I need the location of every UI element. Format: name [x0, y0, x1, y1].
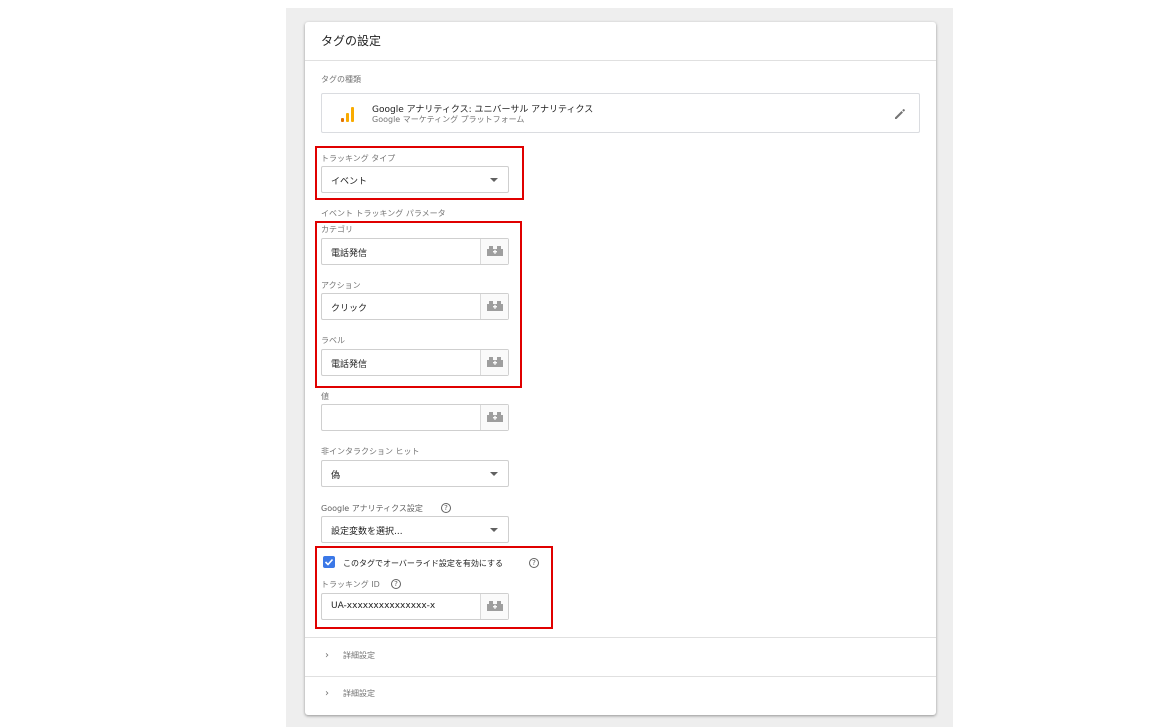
card-title: タグの設定 — [321, 34, 382, 48]
advanced-settings-label: 詳細設定 — [343, 651, 375, 660]
non-interaction-select[interactable]: 偽 — [321, 460, 509, 487]
value-input[interactable] — [321, 404, 509, 431]
section-divider — [305, 637, 936, 638]
tag-type-label: タグの種類 — [321, 75, 361, 84]
advanced-settings-label: 詳細設定 — [343, 689, 375, 698]
chevron-down-icon — [490, 472, 498, 476]
variable-picker-button[interactable] — [480, 405, 508, 430]
ga-settings-value: 設定変数を選択... — [331, 527, 403, 537]
pencil-icon[interactable] — [893, 106, 907, 120]
event-params-section-label: イベント トラッキング パラメータ — [321, 209, 446, 218]
chevron-down-icon — [490, 528, 498, 532]
tag-type-subtitle: Google マーケティング プラットフォーム — [372, 115, 525, 124]
highlight-box-event-params — [315, 221, 522, 388]
title-divider — [305, 60, 936, 61]
value-label: 値 — [321, 392, 329, 401]
chevron-right-icon: › — [325, 650, 329, 661]
google-analytics-icon — [340, 106, 356, 122]
chevron-right-icon: › — [325, 688, 329, 699]
advanced-settings-expander[interactable]: › 詳細設定 — [325, 650, 375, 661]
ga-settings-select[interactable]: 設定変数を選択... — [321, 516, 509, 543]
ga-settings-label: Google アナリティクス設定 — [321, 504, 423, 513]
tag-type-selector[interactable]: Google アナリティクス: ユニバーサル アナリティクス Google マー… — [321, 93, 920, 133]
highlight-box-override — [315, 546, 553, 629]
advanced-settings-expander[interactable]: › 詳細設定 — [325, 688, 375, 699]
section-divider — [305, 676, 936, 677]
help-icon[interactable]: ? — [441, 503, 451, 513]
non-interaction-value: 偽 — [331, 471, 341, 481]
non-interaction-label: 非インタラクション ヒット — [321, 447, 420, 456]
highlight-box-tracking-type — [315, 146, 524, 200]
variable-brick-icon — [487, 412, 503, 422]
